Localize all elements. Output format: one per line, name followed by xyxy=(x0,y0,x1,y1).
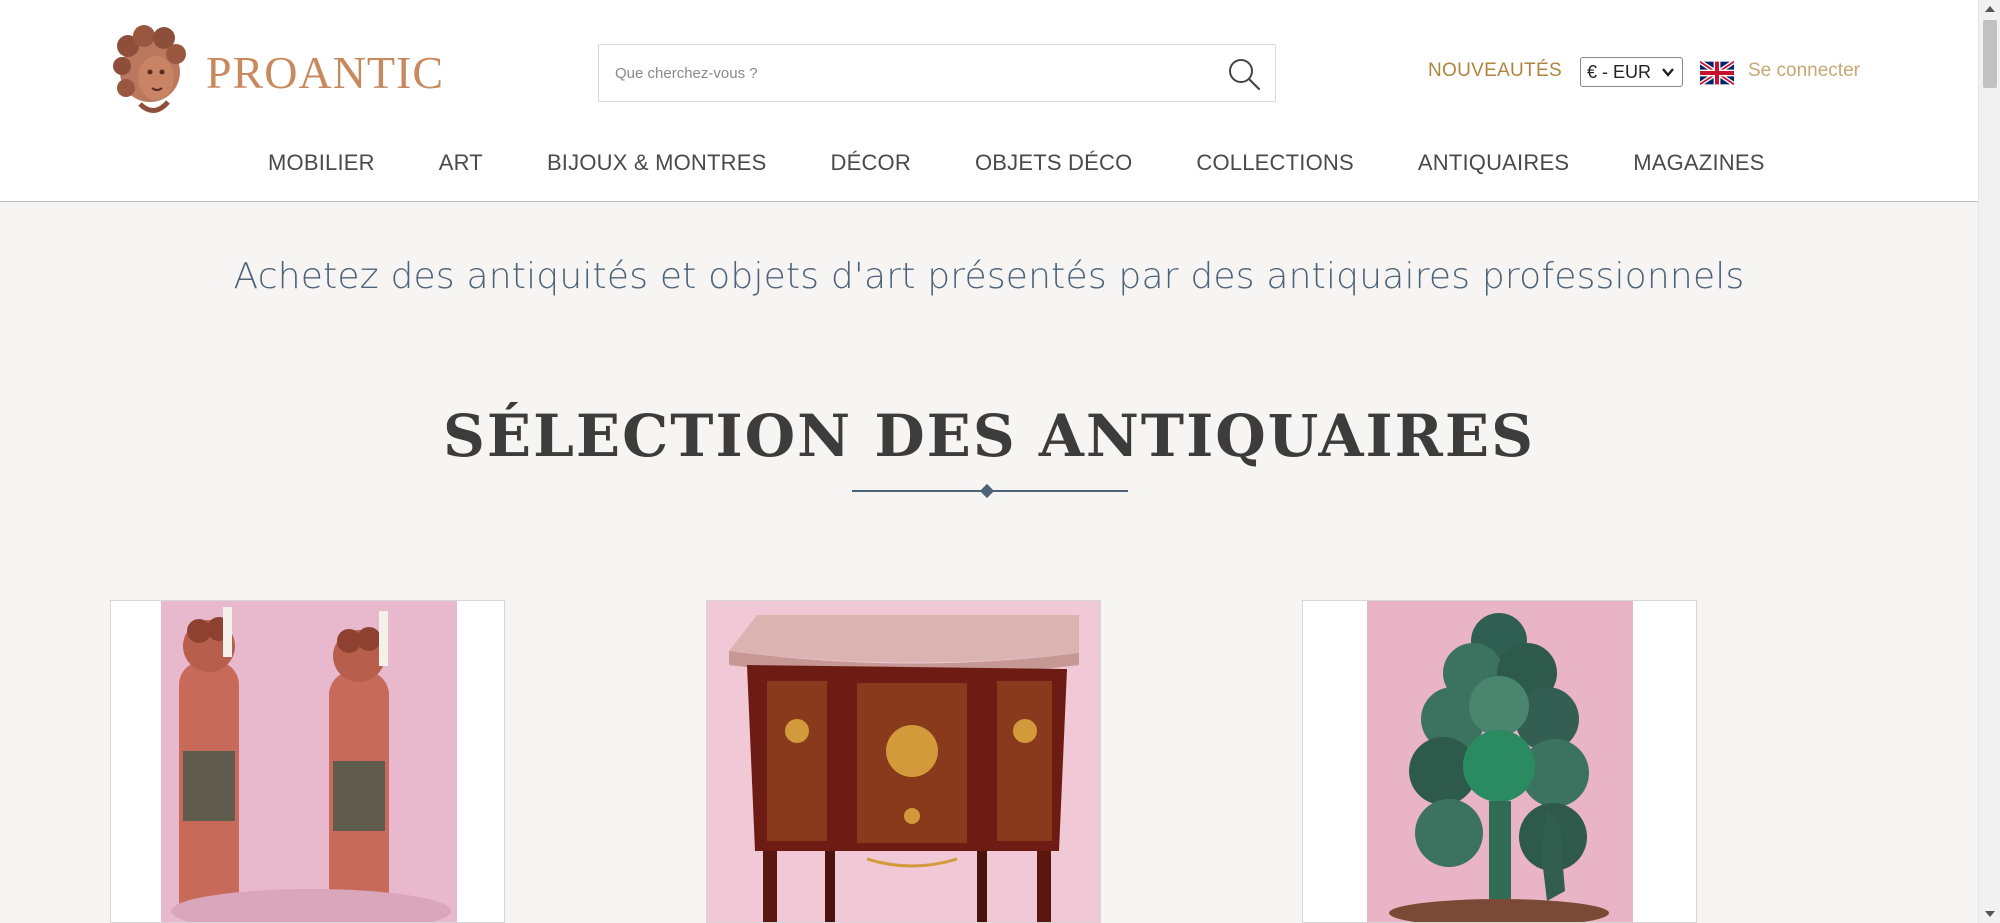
page-scrollbar[interactable] xyxy=(1978,0,2000,923)
currency-selected-value: € - EUR xyxy=(1587,61,1652,82)
chevron-down-icon xyxy=(1662,68,1674,77)
product-card-angels[interactable] xyxy=(110,600,505,923)
product-card-commode[interactable] xyxy=(706,600,1101,923)
angel-candle-holders-image xyxy=(111,601,504,922)
scroll-down-arrow-icon[interactable] xyxy=(1985,911,1995,917)
search-icon[interactable] xyxy=(1227,57,1261,91)
nav-item-mobilier[interactable]: MOBILIER xyxy=(268,150,375,176)
nav-item-bijoux-montres[interactable]: BIJOUX & MONTRES xyxy=(547,150,767,176)
page-tagline: Achetez des antiquités et objets d'art p… xyxy=(233,256,1745,297)
product-carousel xyxy=(110,600,1848,923)
section-title: SÉLECTION DES ANTIQUAIRES xyxy=(443,402,1535,470)
nav-item-antiquaires[interactable]: ANTIQUAIRES xyxy=(1418,150,1569,176)
cherub-head-logo xyxy=(113,25,186,113)
product-card-ceramic-tree[interactable] xyxy=(1302,600,1697,923)
scrollbar-thumb[interactable] xyxy=(1983,20,1997,88)
marquetry-commode-image xyxy=(707,601,1100,922)
uk-flag-icon[interactable] xyxy=(1700,61,1734,85)
search-input[interactable] xyxy=(615,45,1195,101)
logo-wordmark: PROANTIC xyxy=(206,46,445,98)
scroll-up-arrow-icon[interactable] xyxy=(1985,6,1995,12)
currency-select[interactable]: € - EUR xyxy=(1580,57,1683,87)
nav-item-collections[interactable]: COLLECTIONS xyxy=(1196,150,1353,176)
nav-item-objets-deco[interactable]: OBJETS DÉCO xyxy=(975,150,1132,176)
search-bar xyxy=(598,44,1276,102)
title-divider-diamond xyxy=(979,483,995,499)
nav-item-decor[interactable]: DÉCOR xyxy=(831,150,911,176)
site-logo[interactable]: PROANTIC xyxy=(110,22,456,122)
site-header: PROANTIC NOUVEAUTÉS € - EUR Se connecter… xyxy=(0,0,1978,202)
main-nav: MOBILIER ART BIJOUX & MONTRES DÉCOR OBJE… xyxy=(110,124,1848,202)
nouveautes-link[interactable]: NOUVEAUTÉS xyxy=(1428,60,1562,82)
nav-item-art[interactable]: ART xyxy=(439,150,483,176)
login-link[interactable]: Se connecter xyxy=(1748,60,1860,82)
ceramic-tree-sculpture-image xyxy=(1303,601,1696,922)
nav-item-magazines[interactable]: MAGAZINES xyxy=(1633,150,1764,176)
